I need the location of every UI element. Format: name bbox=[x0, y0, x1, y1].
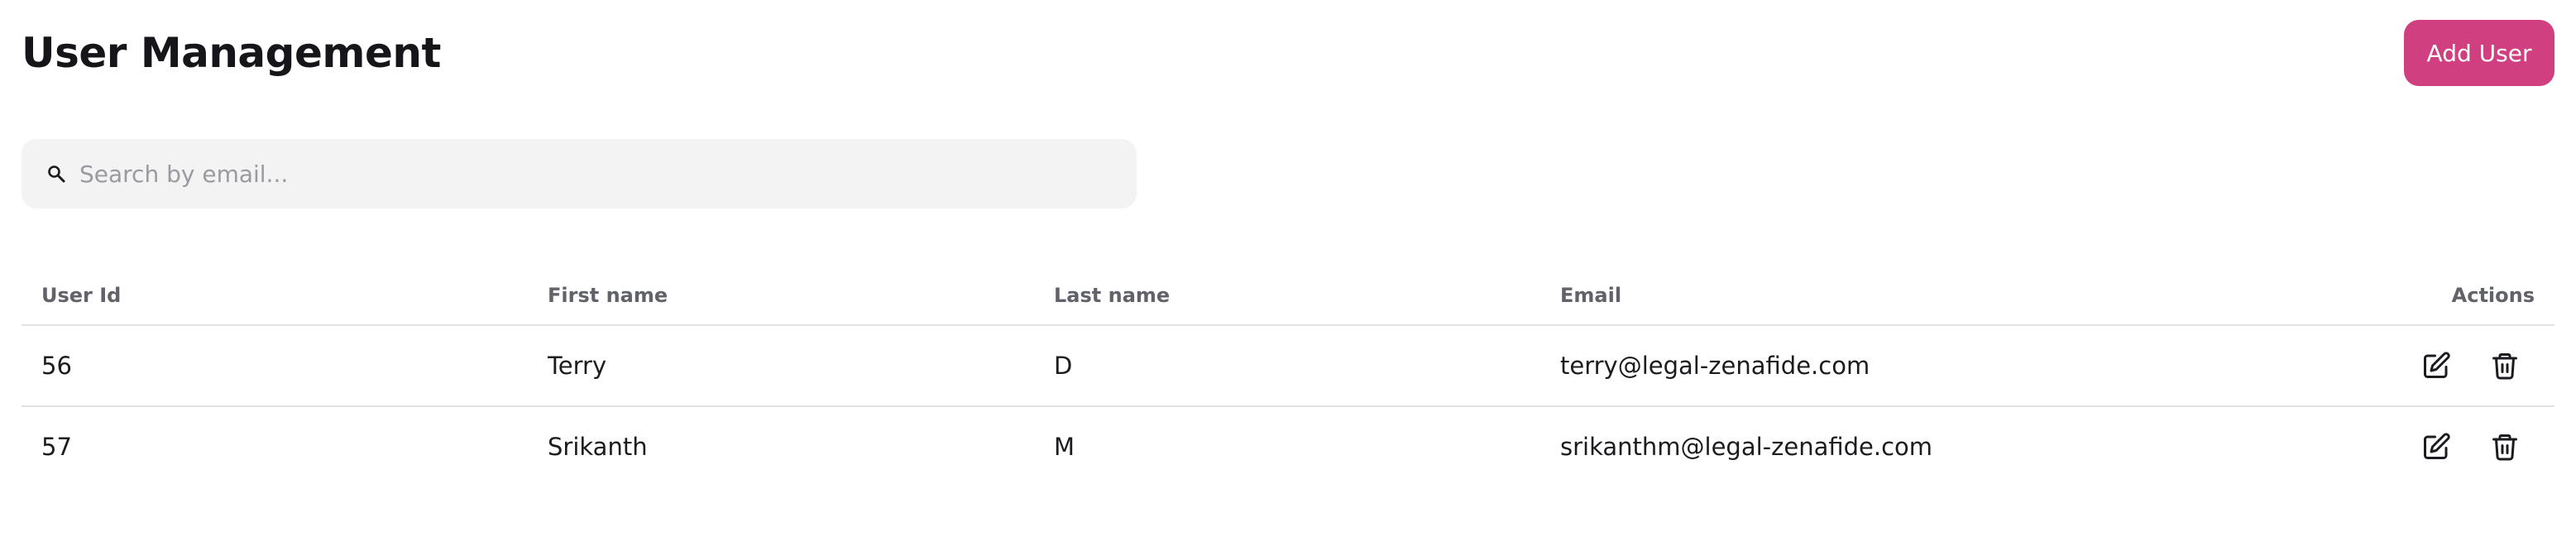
cell-last-name: D bbox=[1034, 325, 1540, 407]
add-user-button[interactable]: Add User bbox=[2404, 20, 2554, 86]
edit-icon[interactable] bbox=[2418, 348, 2454, 384]
column-header-user-id[interactable]: User Id bbox=[22, 266, 528, 326]
cell-email: srikanthm@legal-zenafide.com bbox=[1560, 433, 1933, 461]
search-input[interactable] bbox=[79, 149, 1105, 199]
user-table: User Id First name Last name Email Actio… bbox=[22, 266, 2554, 486]
search-bar[interactable] bbox=[22, 139, 1137, 208]
trash-icon[interactable] bbox=[2487, 348, 2523, 384]
table-header-row: User Id First name Last name Email Actio… bbox=[22, 266, 2554, 326]
edit-icon[interactable] bbox=[2418, 429, 2454, 465]
cell-first-name: Terry bbox=[528, 325, 1034, 407]
trash-icon[interactable] bbox=[2487, 429, 2523, 465]
table-row: 56 Terry D terry@legal-zenafide.com bbox=[22, 325, 2554, 407]
column-header-first-name[interactable]: First name bbox=[528, 266, 1034, 326]
column-header-email[interactable]: Email bbox=[1540, 266, 2119, 326]
search-icon bbox=[45, 162, 68, 185]
column-header-actions: Actions bbox=[2119, 266, 2554, 326]
cell-actions bbox=[2119, 406, 2554, 486]
column-header-last-name[interactable]: Last name bbox=[1034, 266, 1540, 326]
cell-last-name: M bbox=[1054, 433, 1075, 461]
cell-user-id: 56 bbox=[22, 325, 528, 407]
cell-email: terry@legal-zenafide.com bbox=[1540, 325, 2119, 407]
cell-first-name: Srikanth bbox=[548, 433, 648, 461]
cell-actions bbox=[2119, 325, 2554, 407]
table-row: 57 Srikanth M srikanthm@legal-zenafide.c… bbox=[22, 406, 2554, 486]
user-management-page: User Management Add User User Id First n… bbox=[0, 0, 2576, 556]
cell-user-id: 57 bbox=[41, 433, 72, 461]
page-title: User Management bbox=[22, 29, 441, 77]
